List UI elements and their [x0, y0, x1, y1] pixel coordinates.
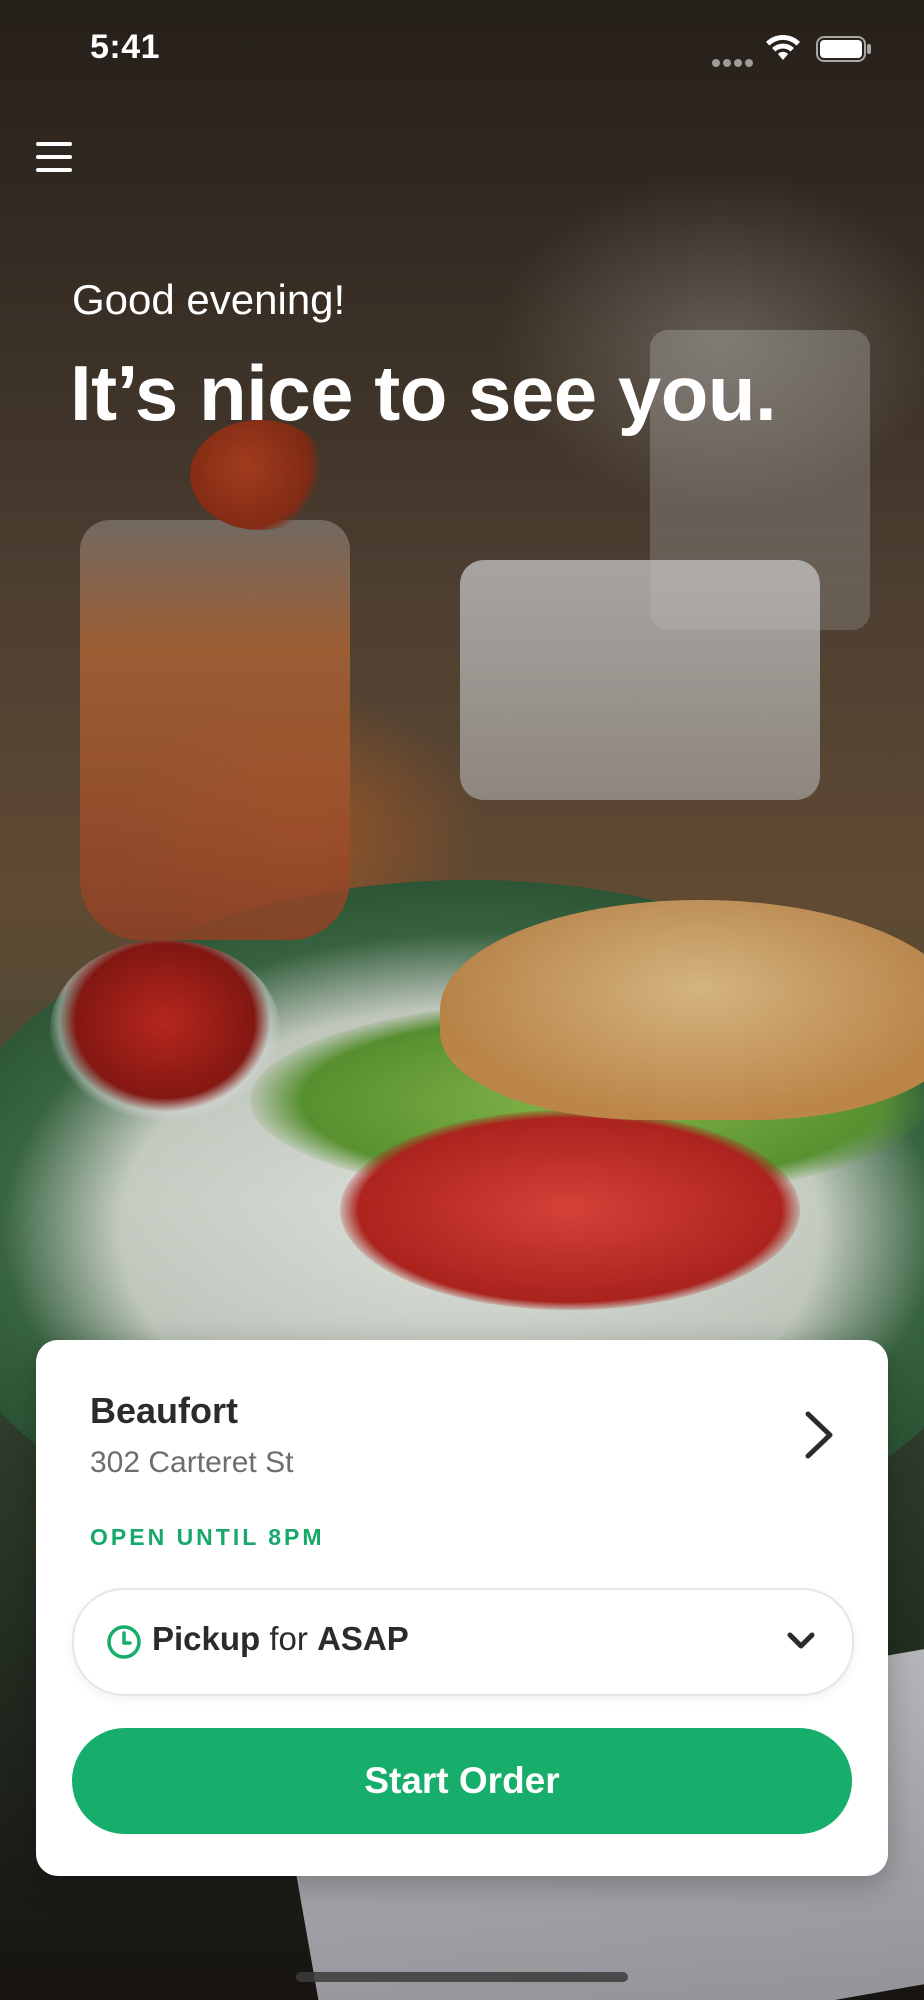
- location-name: Beaufort: [90, 1390, 239, 1431]
- start-order-button[interactable]: Start Order: [72, 1728, 852, 1834]
- chevron-right-icon[interactable]: [796, 1406, 840, 1464]
- location-address: 302 Carteret St: [90, 1446, 294, 1479]
- cellular-signal-icon: [712, 54, 756, 67]
- order-mode-select[interactable]: Pickup for ASAP: [72, 1588, 854, 1696]
- order-time-value: ASAP: [317, 1620, 409, 1657]
- wifi-icon: [766, 34, 800, 60]
- status-bar: 5:41: [0, 0, 924, 100]
- order-mode-connector: for: [269, 1620, 308, 1657]
- hamburger-menu-icon[interactable]: [36, 142, 72, 172]
- home-indicator[interactable]: [296, 1972, 628, 1982]
- greeting-salutation: Good evening!: [72, 276, 346, 323]
- greeting-headline: It’s nice to see you.: [70, 349, 777, 437]
- clock-icon: [107, 1625, 141, 1659]
- location-card: Beaufort 302 Carteret St OPEN UNTIL 8PM …: [36, 1340, 888, 1876]
- order-mode-value: Pickup: [152, 1620, 261, 1657]
- open-status-label: OPEN UNTIL 8PM: [90, 1524, 325, 1550]
- chevron-down-icon: [787, 1632, 815, 1649]
- order-mode-text: Pickup for ASAP: [152, 1620, 409, 1658]
- status-time: 5:41: [90, 28, 161, 66]
- battery-icon: [816, 36, 871, 62]
